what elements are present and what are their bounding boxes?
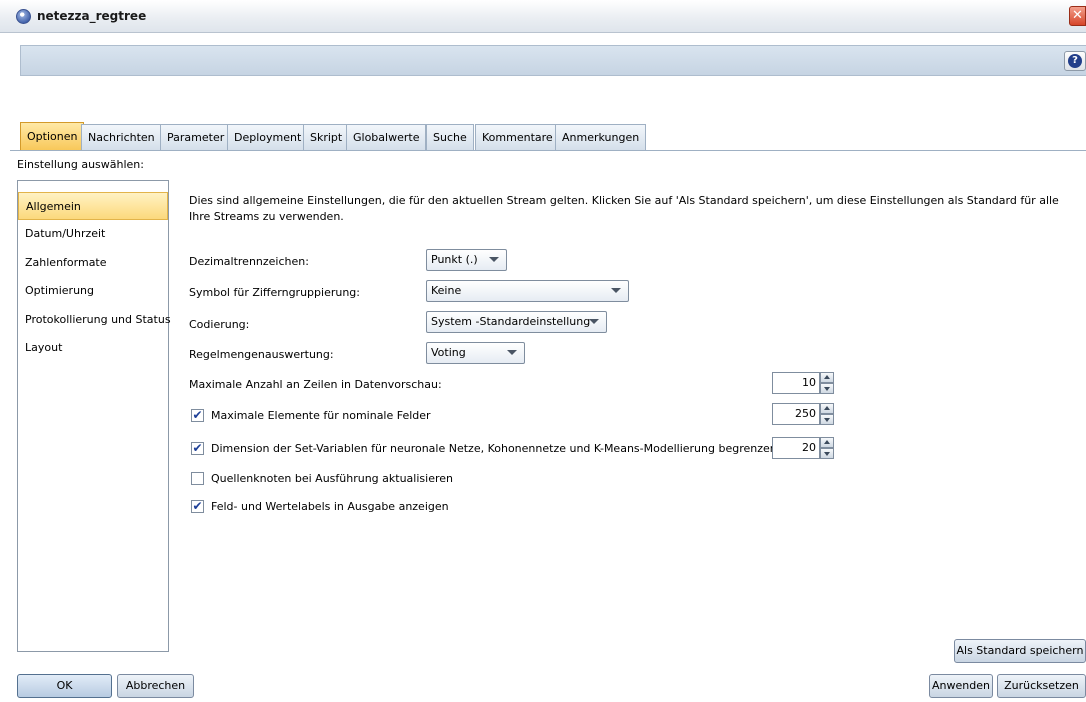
- nav-item-allgemein[interactable]: Allgemein: [18, 192, 168, 220]
- nav-item-datum-uhrzeit[interactable]: Datum/Uhrzeit: [18, 220, 168, 248]
- gruppierung-select[interactable]: Keine: [426, 280, 629, 302]
- labels-checkbox[interactable]: ✔: [191, 500, 204, 513]
- spinner-up-icon[interactable]: [820, 403, 834, 414]
- tab-globalwerte[interactable]: Globalwerte: [346, 124, 427, 150]
- quellenknoten-label: Quellenknoten bei Ausführung aktualisier…: [211, 472, 453, 485]
- chevron-down-icon: [489, 257, 499, 262]
- dezimal-select[interactable]: Punkt (.): [426, 249, 507, 271]
- ok-button[interactable]: OK: [17, 674, 112, 698]
- spinner-down-icon[interactable]: [820, 414, 834, 425]
- regelmengen-label: Regelmengenauswertung:: [189, 348, 334, 361]
- max-elemente-stepper[interactable]: 250: [772, 403, 834, 425]
- nav-item-zahlenformate[interactable]: Zahlenformate: [18, 249, 168, 277]
- gruppierung-label: Symbol für Zifferngruppierung:: [189, 286, 360, 299]
- dimension-stepper[interactable]: 20: [772, 437, 834, 459]
- quellenknoten-checkbox[interactable]: [191, 472, 204, 485]
- dimension-checkbox[interactable]: ✔: [191, 442, 204, 455]
- stream-node-icon: [16, 9, 31, 24]
- tab-nachrichten[interactable]: Nachrichten: [81, 124, 162, 150]
- section-label: Einstellung auswählen:: [17, 158, 144, 171]
- close-button[interactable]: ✕: [1069, 6, 1086, 26]
- settings-nav-list: Allgemein Datum/Uhrzeit Zahlenformate Op…: [17, 180, 171, 652]
- max-elemente-checkbox[interactable]: ✔: [191, 409, 204, 422]
- codierung-value: System -Standardeinstellung: [431, 315, 591, 328]
- chevron-down-icon: [589, 319, 599, 324]
- regelmengen-select[interactable]: Voting: [426, 342, 525, 364]
- toolbar: [20, 45, 1086, 76]
- save-default-button[interactable]: Als Standard speichern: [954, 639, 1086, 663]
- tab-kommentare[interactable]: Kommentare: [475, 124, 560, 150]
- nav-item-layout[interactable]: Layout: [18, 334, 168, 362]
- tab-optionen[interactable]: Optionen: [20, 122, 85, 150]
- max-elemente-input[interactable]: 250: [772, 403, 820, 425]
- dimension-input[interactable]: 20: [772, 437, 820, 459]
- codierung-label: Codierung:: [189, 318, 250, 331]
- max-elemente-label: Maximale Elemente für nominale Felder: [211, 409, 431, 422]
- help-icon: ?: [1068, 54, 1082, 68]
- help-button[interactable]: ?: [1064, 51, 1086, 71]
- title-bar: netezza_regtree: [0, 0, 1086, 33]
- reset-button[interactable]: Zurücksetzen: [997, 674, 1086, 698]
- tab-content-frame: [10, 150, 1086, 650]
- tab-anmerkungen[interactable]: Anmerkungen: [555, 124, 647, 150]
- max-zeilen-input[interactable]: 10: [772, 372, 820, 394]
- dimension-label: Dimension der Set-Variablen für neuronal…: [211, 442, 777, 455]
- nav-item-protokollierung[interactable]: Protokollierung und Status: [18, 306, 171, 334]
- gruppierung-value: Keine: [431, 284, 462, 297]
- max-zeilen-label: Maximale Anzahl an Zeilen in Datenvorsch…: [189, 378, 442, 391]
- tab-skript[interactable]: Skript: [303, 124, 350, 150]
- window-title: netezza_regtree: [37, 9, 147, 23]
- codierung-select[interactable]: System -Standardeinstellung: [426, 311, 607, 333]
- max-zeilen-stepper[interactable]: 10: [772, 372, 834, 394]
- cancel-button[interactable]: Abbrechen: [117, 674, 194, 698]
- tab-deployment[interactable]: Deployment: [227, 124, 309, 150]
- apply-button[interactable]: Anwenden: [929, 674, 993, 698]
- regelmengen-value: Voting: [431, 346, 466, 359]
- tab-suche[interactable]: Suche: [426, 124, 474, 150]
- chevron-down-icon: [507, 350, 517, 355]
- dezimal-value: Punkt (.): [431, 253, 478, 266]
- nav-item-optimierung[interactable]: Optimierung: [18, 277, 168, 305]
- spinner-down-icon[interactable]: [820, 383, 834, 394]
- spinner-down-icon[interactable]: [820, 448, 834, 459]
- spinner-up-icon[interactable]: [820, 437, 834, 448]
- settings-description: Dies sind allgemeine Einstellungen, die …: [189, 194, 1059, 223]
- chevron-down-icon: [611, 288, 621, 293]
- tab-parameter[interactable]: Parameter: [160, 124, 232, 150]
- dezimal-label: Dezimaltrennzeichen:: [189, 255, 309, 268]
- labels-label: Feld- und Wertelabels in Ausgabe anzeige…: [211, 500, 449, 513]
- spinner-up-icon[interactable]: [820, 372, 834, 383]
